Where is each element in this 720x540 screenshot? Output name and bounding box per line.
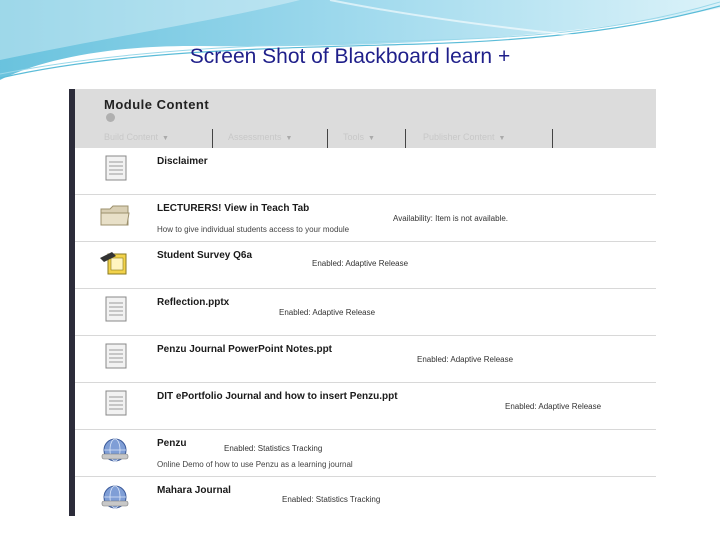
build-content-label: Build Content [104,132,159,142]
publisher-content-button[interactable]: Publisher Content ▼ [423,127,505,148]
slide-title: Screen Shot of Blackboard learn + [189,45,511,68]
module-title: Module Content [104,97,210,112]
blackboard-screenshot: Module Content Build Content ▼ Assessment… [69,89,656,516]
item-title[interactable]: Mahara Journal [157,485,231,496]
content-item-lecturers[interactable]: LECTURERS! View in Teach Tab Availabilit… [75,195,656,242]
item-status: Enabled: Adaptive Release [279,308,376,317]
tools-label: Tools [343,132,365,142]
item-description: Online Demo of how to use Penzu as a lea… [157,460,353,469]
assessments-label: Assessments [228,132,282,142]
item-title[interactable]: DIT ePortfolio Journal and how to insert… [157,391,398,402]
content-item-penzu-notes[interactable]: Penzu Journal PowerPoint Notes.ppt Enabl… [75,336,656,383]
item-description: How to give individual students access t… [157,225,350,234]
chevron-down-icon: ▼ [285,135,293,142]
survey-icon [100,252,127,275]
toolbar-divider [327,129,328,148]
tools-button[interactable]: Tools ▼ [343,127,375,148]
chevron-down-icon: ▼ [368,135,375,142]
document-icon [105,155,127,181]
content-item-penzu[interactable]: Penzu Enabled: Statistics Tracking Onlin… [75,430,656,477]
item-title[interactable]: Student Survey Q6a [157,250,252,261]
item-status: Enabled: Adaptive Release [417,355,514,364]
content-item-eportfolio[interactable]: DIT ePortfolio Journal and how to insert… [75,383,656,430]
content-item-disclaimer[interactable]: Disclaimer [75,148,656,195]
toolbar-divider [212,129,213,148]
toolbar-divider [552,129,553,148]
item-title[interactable]: LECTURERS! View in Teach Tab [157,203,309,214]
module-header: Module Content Build Content ▼ Assessment… [75,89,656,148]
folder-icon [100,205,130,226]
item-status: Availability: Item is not available. [393,214,509,223]
item-title[interactable]: Penzu [157,438,186,449]
chevron-down-icon: ▼ [498,135,506,142]
web-link-icon [101,438,129,462]
options-chevron-icon[interactable] [106,113,115,122]
item-status: Enabled: Adaptive Release [312,259,409,268]
item-title[interactable]: Penzu Journal PowerPoint Notes.ppt [157,344,332,355]
content-item-mahara[interactable]: Mahara Journal Enabled: Statistics Track… [75,477,656,516]
assessments-button[interactable]: Assessments ▼ [228,127,292,148]
build-content-button[interactable]: Build Content ▼ [104,127,169,148]
content-item-reflection[interactable]: Reflection.pptx Enabled: Adaptive Releas… [75,289,656,336]
web-link-icon [101,485,129,509]
item-title[interactable]: Disclaimer [157,156,208,167]
item-status: Enabled: Statistics Tracking [282,495,381,504]
content-item-student-survey[interactable]: Student Survey Q6a Enabled: Adaptive Rel… [75,242,656,289]
item-status: Enabled: Statistics Tracking [224,444,323,453]
publisher-content-label: Publisher Content [423,132,495,142]
item-title[interactable]: Reflection.pptx [157,297,229,308]
document-icon [105,296,127,322]
document-icon [105,390,127,416]
document-icon [105,343,127,369]
chevron-down-icon: ▼ [162,135,169,142]
toolbar-divider [405,129,406,148]
content-toolbar: Build Content ▼ Assessments ▼ Tools ▼ Publi… [75,127,656,148]
item-status: Enabled: Adaptive Release [505,402,602,411]
